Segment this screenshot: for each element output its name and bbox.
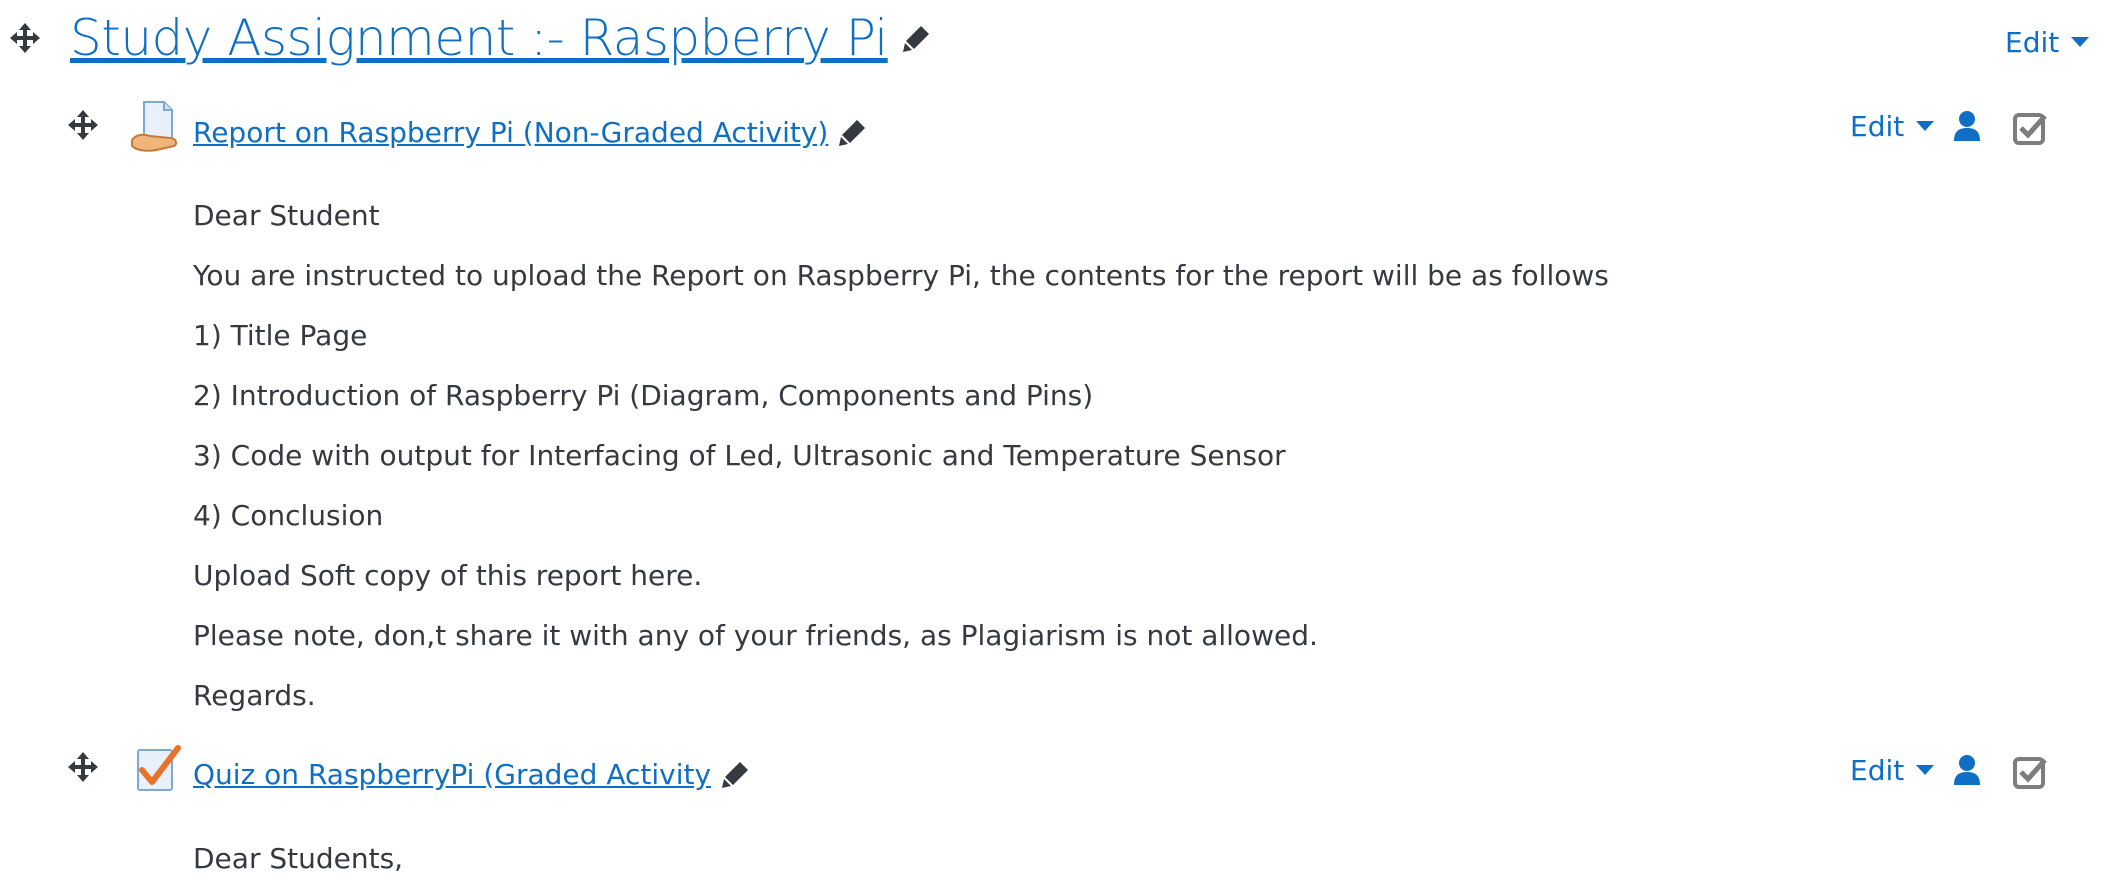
user-icon bbox=[1954, 111, 1980, 141]
description-line: Please note, don,t share it with any of … bbox=[193, 619, 1318, 652]
activity-title: Quiz on RaspberryPi (Graded Activity bbox=[193, 754, 751, 794]
assignment-icon bbox=[130, 100, 182, 154]
edit-activity-title-button[interactable] bbox=[721, 759, 751, 789]
description-line: Dear Student bbox=[193, 199, 380, 232]
caret-down-icon bbox=[2071, 37, 2090, 47]
checkbox-checked-icon bbox=[2013, 757, 2047, 789]
description-line: Dear Students, bbox=[193, 842, 404, 875]
description-line: 1) Title Page bbox=[193, 319, 368, 352]
description-line: 4) Conclusion bbox=[193, 499, 384, 532]
section-move-handle[interactable] bbox=[10, 23, 40, 57]
activity-move-handle[interactable] bbox=[68, 110, 98, 144]
edit-section-title-button[interactable] bbox=[902, 23, 932, 53]
section-edit-menu[interactable]: Edit bbox=[2005, 24, 2090, 60]
description-line: You are instructed to upload the Report … bbox=[193, 259, 1609, 292]
move-icon bbox=[10, 23, 40, 53]
completion-checkbox[interactable] bbox=[2012, 754, 2048, 790]
move-icon bbox=[68, 752, 98, 782]
activity-edit-menu[interactable]: Edit bbox=[1850, 752, 1935, 788]
pencil-icon bbox=[722, 762, 749, 788]
description-line: 2) Introduction of Raspberry Pi (Diagram… bbox=[193, 379, 1094, 412]
checkbox-checked-icon bbox=[2013, 113, 2047, 145]
activity-edit-menu[interactable]: Edit bbox=[1850, 108, 1935, 144]
assign-roles-button[interactable] bbox=[1953, 754, 1981, 786]
activity-title: Report on Raspberry Pi (Non-Graded Activ… bbox=[193, 112, 868, 152]
caret-down-icon bbox=[1916, 121, 1935, 131]
caret-down-icon bbox=[1916, 765, 1935, 775]
move-icon bbox=[68, 110, 98, 140]
completion-checkbox[interactable] bbox=[2012, 110, 2048, 146]
description-line: Regards. bbox=[193, 679, 316, 712]
section-title-link[interactable]: Study Assignment :- Raspberry Pi bbox=[70, 9, 888, 67]
user-icon bbox=[1954, 755, 1980, 785]
activity-title-link[interactable]: Report on Raspberry Pi (Non-Graded Activ… bbox=[193, 116, 828, 149]
section-edit-label: Edit bbox=[2005, 25, 2060, 59]
quiz-icon bbox=[132, 744, 182, 794]
section-title: Study Assignment :- Raspberry Pi bbox=[70, 0, 932, 76]
edit-activity-title-button[interactable] bbox=[838, 117, 868, 147]
activity-title-link[interactable]: Quiz on RaspberryPi (Graded Activity bbox=[193, 758, 711, 791]
activity-move-handle[interactable] bbox=[68, 752, 98, 786]
description-line: Upload Soft copy of this report here. bbox=[193, 559, 703, 592]
description-line: 3) Code with output for Interfacing of L… bbox=[193, 439, 1286, 472]
pencil-icon bbox=[839, 120, 866, 146]
assign-roles-button[interactable] bbox=[1953, 110, 1981, 142]
activity-edit-label: Edit bbox=[1850, 753, 1905, 787]
pencil-icon bbox=[902, 26, 929, 52]
activity-edit-label: Edit bbox=[1850, 109, 1905, 143]
